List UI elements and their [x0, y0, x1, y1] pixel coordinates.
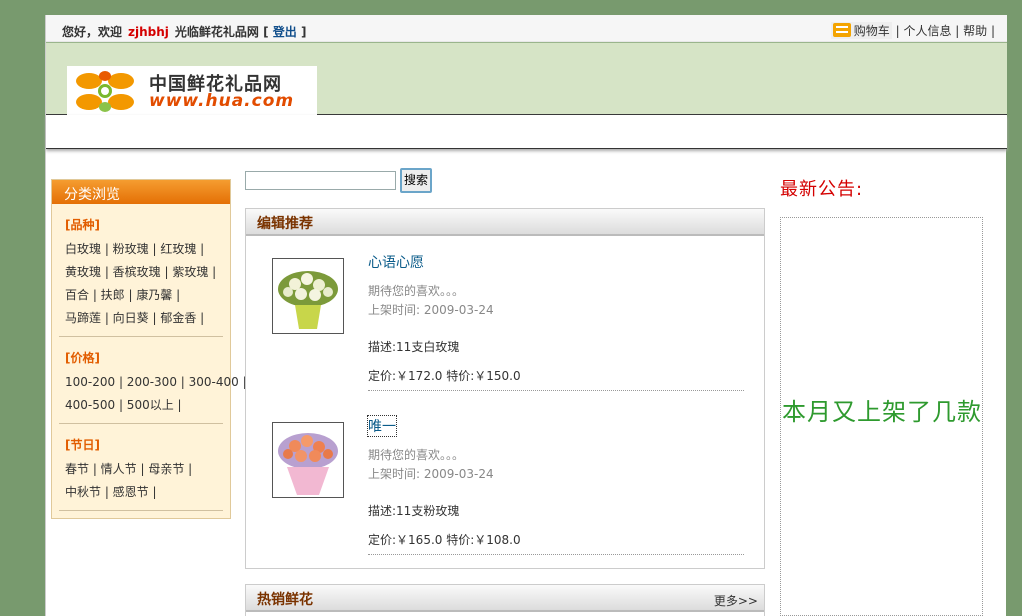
recommend-panel: 编辑推荐 心语心愿 期待您的喜欢。。。 上架时间: 2009-03-24 描述:…	[245, 208, 765, 569]
banner: 中国鲜花礼品网 www.hua.com	[46, 42, 1007, 116]
category-row[interactable]: 马蹄莲 | 向日葵 | 郁金香 |	[65, 307, 223, 330]
category-group-variety: [品种] 白玫瑰 | 粉玫瑰 | 红玫瑰 | 黄玫瑰 | 香槟玫瑰 | 紫玫瑰 …	[59, 204, 223, 337]
product-info: 描述:11支白玫瑰	[368, 340, 460, 354]
category-row[interactable]: 黄玫瑰 | 香槟玫瑰 | 紫玫瑰 |	[65, 261, 223, 284]
product-desc: 期待您的喜欢。。。 上架时间: 2009-03-24	[368, 446, 494, 484]
category-row[interactable]: 中秋节 | 感恩节 |	[65, 481, 223, 504]
category-row[interactable]: 白玫瑰 | 粉玫瑰 | 红玫瑰 |	[65, 238, 223, 261]
top-bar: 您好，欢迎 zjhbhj 光临鲜花礼品网 [ 登出 ] 购物车 | 个人信息 | 帮…	[46, 15, 1007, 42]
search-button[interactable]: 搜索	[400, 168, 432, 193]
category-row[interactable]: 100-200 | 200-300 | 300-400 |	[65, 371, 247, 394]
category-panel: 分类浏览 [品种] 白玫瑰 | 粉玫瑰 | 红玫瑰 | 黄玫瑰 | 香槟玫瑰 |…	[51, 179, 247, 519]
hot-title: 热销鲜花 更多>>	[246, 585, 764, 612]
announcement-box: 本月又上架了几款	[780, 217, 983, 616]
greeting-prefix: 您好，欢迎	[62, 25, 123, 39]
more-link[interactable]: 更多>>	[714, 592, 758, 609]
cart-icon	[832, 23, 851, 37]
nav-bar	[46, 115, 1007, 149]
flower-logo-icon	[76, 71, 134, 112]
product-image[interactable]	[272, 422, 344, 498]
recommend-title: 编辑推荐	[246, 209, 764, 236]
product-image[interactable]	[272, 258, 344, 334]
group-title: [节日]	[65, 438, 100, 452]
logo-url: www.hua.com	[149, 91, 295, 111]
site-logo[interactable]: 中国鲜花礼品网 www.hua.com	[67, 66, 317, 116]
product-card: 心语心愿 期待您的喜欢。。。 上架时间: 2009-03-24 描述:11支白玫…	[246, 238, 766, 398]
announcement-title: 最新公告:	[780, 179, 864, 200]
cart-label: 购物车	[853, 24, 890, 38]
product-date: 上架时间: 2009-03-24	[368, 467, 494, 481]
page-container: 您好，欢迎 zjhbhj 光临鲜花礼品网 [ 登出 ] 购物车 | 个人信息 | 帮…	[45, 15, 1007, 616]
product-tagline: 期待您的喜欢。。。	[368, 448, 465, 462]
username: zjhbhj	[128, 25, 169, 39]
product-desc: 期待您的喜欢。。。 上架时间: 2009-03-24	[368, 282, 494, 320]
search-input[interactable]	[245, 171, 396, 190]
recommend-title-text: 编辑推荐	[257, 216, 313, 232]
greeting: 您好，欢迎 zjhbhj 光临鲜花礼品网 [ 登出 ]	[62, 23, 306, 40]
category-row[interactable]: 400-500 | 500以上 |	[65, 394, 223, 417]
category-row[interactable]: 春节 | 情人节 | 母亲节 |	[65, 458, 223, 481]
product-name[interactable]: 唯一	[367, 415, 397, 437]
category-group-price: [价格] 100-200 | 200-300 | 300-400 | 400-5…	[59, 337, 247, 424]
product-card: 唯一 期待您的喜欢。。。 上架时间: 2009-03-24 描述:11支粉玫瑰 …	[246, 402, 766, 562]
category-title: 分类浏览	[52, 180, 230, 204]
category-row[interactable]: 百合 | 扶郎 | 康乃馨 |	[65, 284, 223, 307]
greeting-close: ]	[300, 25, 307, 39]
group-title: [品种]	[65, 218, 100, 232]
logout-link[interactable]: 登出	[273, 25, 297, 39]
pink-rose-bouquet-icon	[278, 433, 338, 495]
group-title: [价格]	[65, 351, 100, 365]
category-group-festival: [节日] 春节 | 情人节 | 母亲节 | 中秋节 | 感恩节 |	[59, 424, 223, 511]
product-price: 定价:￥165.0 特价:￥108.0	[368, 531, 744, 555]
product-tagline: 期待您的喜欢。。。	[368, 284, 465, 298]
top-links: 购物车 | 个人信息 | 帮助 |	[830, 22, 995, 39]
product-price: 定价:￥172.0 特价:￥150.0	[368, 367, 744, 391]
white-rose-bouquet-icon	[278, 271, 338, 329]
product-info: 描述:11支粉玫瑰	[368, 504, 460, 518]
greeting-suffix: 光临鲜花礼品网 [	[174, 25, 269, 39]
hot-panel: 热销鲜花 更多>>	[245, 584, 765, 616]
cart-link[interactable]: 购物车	[830, 22, 892, 39]
product-name[interactable]: 心语心愿	[368, 252, 424, 272]
hot-title-text: 热销鲜花	[257, 592, 313, 608]
announcement-text: 本月又上架了几款	[782, 398, 982, 426]
user-links[interactable]: | 个人信息 | 帮助 |	[896, 24, 995, 38]
product-date: 上架时间: 2009-03-24	[368, 303, 494, 317]
